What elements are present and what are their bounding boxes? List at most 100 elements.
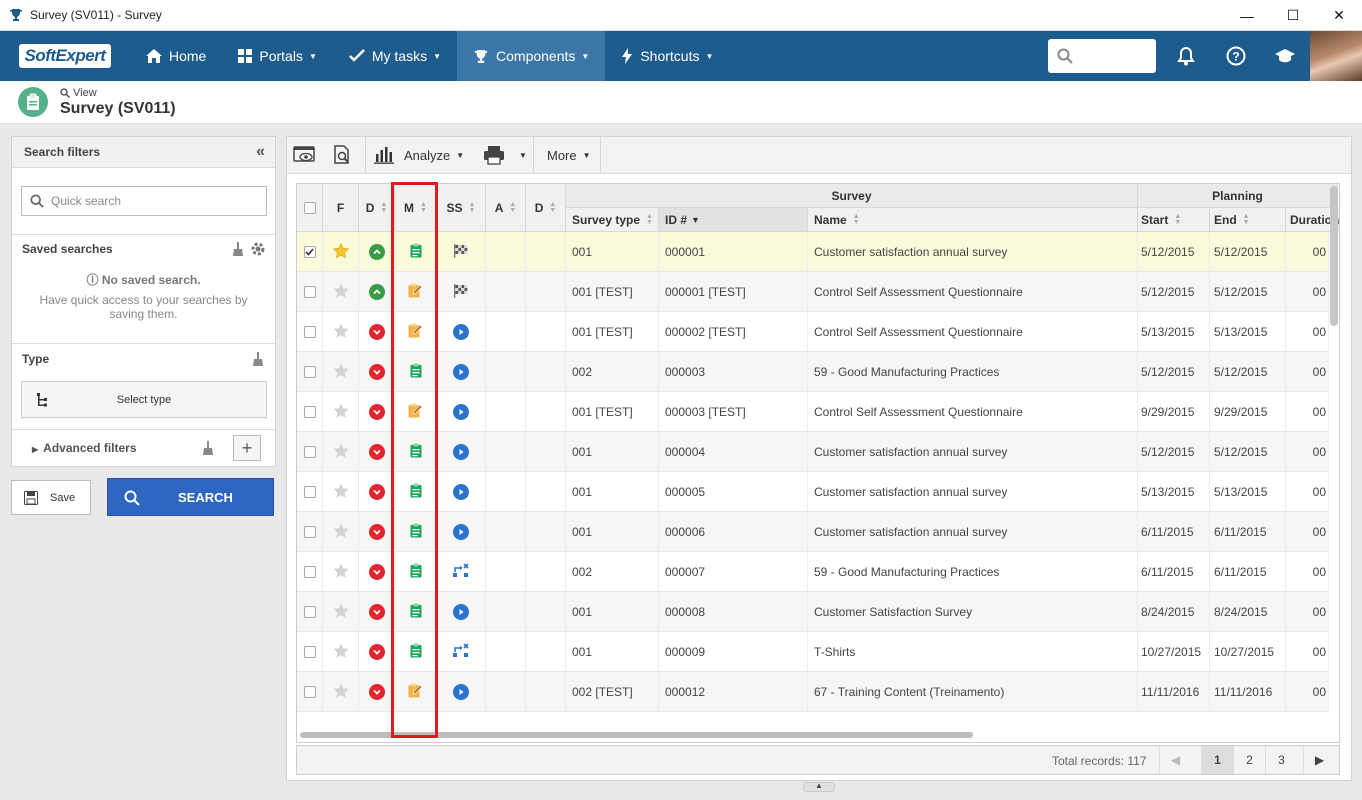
table-row[interactable]: 001 [TEST] 000002 [TEST] Control Self Asse… <box>297 312 1329 352</box>
analyze-button[interactable]: Analyze ▼ <box>374 137 464 173</box>
table-row[interactable]: 001 [TEST] 000003 [TEST] Control Self Asse… <box>297 392 1329 432</box>
row-checkbox[interactable] <box>303 326 316 338</box>
favorite-star-icon[interactable] <box>333 643 349 661</box>
table-row[interactable]: 002 [TEST] 000012 67 - Training Content (T… <box>297 672 1329 712</box>
help-icon[interactable]: ? <box>1221 41 1251 71</box>
favorite-star-icon[interactable] <box>332 242 349 261</box>
favorite-star-icon[interactable] <box>333 683 349 701</box>
row-checkbox[interactable] <box>303 646 316 658</box>
view-link[interactable]: View <box>60 87 97 99</box>
column-d2[interactable]: D ▲ ▼ <box>526 184 566 232</box>
end-cell: 6/11/2015 <box>1214 525 1267 539</box>
table-row[interactable]: 001 000008 Customer Satisfaction Survey 8/2… <box>297 592 1329 632</box>
column-end[interactable]: End ▲ ▼ <box>1210 208 1286 232</box>
gear-icon[interactable] <box>250 241 266 257</box>
favorite-star-icon[interactable] <box>333 563 349 581</box>
clipboard-icon <box>410 363 422 381</box>
table-row[interactable]: 001 000009 T-Shirts 10/27/2015 10/27/2015 00 <box>297 632 1329 672</box>
plus-icon: + <box>241 437 253 458</box>
nav-shortcuts[interactable]: Shortcuts ▼ <box>605 31 729 81</box>
row-checkbox[interactable] <box>303 526 316 538</box>
broom-icon[interactable] <box>202 441 214 455</box>
more-button[interactable]: More ▼ <box>547 137 591 173</box>
row-checkbox[interactable] <box>303 366 316 378</box>
page-1-button[interactable]: 1 <box>1201 746 1233 774</box>
row-checkbox[interactable] <box>303 246 316 258</box>
favorite-star-icon[interactable] <box>333 283 349 301</box>
add-filter-button[interactable]: + <box>233 435 261 461</box>
next-page-button[interactable]: ▶ <box>1303 746 1335 774</box>
view-record-icon[interactable] <box>293 137 319 173</box>
page-2-button[interactable]: 2 <box>1233 746 1265 774</box>
status-up-icon <box>368 284 385 300</box>
row-checkbox[interactable] <box>303 566 316 578</box>
favorite-star-icon[interactable] <box>333 403 349 421</box>
close-button[interactable]: ✕ <box>1316 0 1362 31</box>
collapse-panel-icon[interactable]: « <box>256 143 265 161</box>
favorite-star-icon[interactable] <box>333 363 349 381</box>
advanced-filters-toggle[interactable]: ▶ Advanced filters <box>32 441 137 455</box>
table-row[interactable]: 001 000005 Customer satisfaction annual su… <box>297 472 1329 512</box>
row-checkbox[interactable] <box>303 286 316 298</box>
table-row[interactable]: 001 000004 Customer satisfaction annual su… <box>297 432 1329 472</box>
print-button[interactable]: ▼ <box>483 137 527 173</box>
global-search-input[interactable] <box>1048 39 1156 73</box>
start-cell: 10/27/2015 <box>1141 645 1202 659</box>
column-ss[interactable]: SS ▲ ▼ <box>437 184 486 232</box>
table-row[interactable]: 002 000007 59 - Good Manufacturing Practic… <box>297 552 1329 592</box>
column-name[interactable]: Name ▲ ▼ <box>808 208 1138 232</box>
minimize-button[interactable]: — <box>1224 0 1270 31</box>
duration-cell: 00 <box>1312 365 1326 379</box>
broom-icon[interactable] <box>232 242 244 256</box>
table-row[interactable]: 001 000001 Customer satisfaction annual su… <box>297 232 1329 272</box>
row-checkbox[interactable] <box>303 686 316 698</box>
table-row[interactable]: 002 000003 59 - Good Manufacturing Practic… <box>297 352 1329 392</box>
table-row[interactable]: 001 [TEST] 000001 [TEST] Control Self Asse… <box>297 272 1329 312</box>
nav-my-tasks[interactable]: My tasks ▼ <box>333 31 457 81</box>
favorite-star-icon[interactable] <box>333 603 349 621</box>
select-all-checkbox[interactable] <box>297 184 323 232</box>
row-checkbox[interactable] <box>303 406 316 418</box>
row-checkbox[interactable] <box>303 446 316 458</box>
column-start[interactable]: Start ▲ ▼ <box>1138 208 1210 232</box>
page-header: View Survey (SV011) <box>0 81 1362 124</box>
favorite-star-icon[interactable] <box>333 483 349 501</box>
row-checkbox[interactable] <box>303 606 316 618</box>
column-m[interactable]: M ▲ ▼ <box>395 184 437 232</box>
resize-handle[interactable]: ▲ <box>803 782 835 792</box>
end-cell: 5/13/2015 <box>1214 485 1268 499</box>
save-button[interactable]: Save <box>11 480 91 515</box>
broom-icon[interactable] <box>252 352 264 366</box>
select-type-button[interactable]: Select type <box>21 381 267 418</box>
column-survey-type[interactable]: Survey type ▲ ▼ <box>566 208 659 232</box>
horizontal-scrollbar[interactable] <box>300 732 973 738</box>
brand-logo[interactable]: SoftExpert <box>0 31 130 81</box>
name-cell: Customer satisfaction annual survey <box>814 245 1008 259</box>
vertical-scrollbar[interactable] <box>1330 186 1338 326</box>
maximize-button[interactable]: ☐ <box>1270 0 1316 31</box>
duration-cell: 00 <box>1312 485 1326 499</box>
survey-type-cell: 001 [TEST] <box>572 325 633 339</box>
search-record-icon[interactable] <box>333 137 357 173</box>
quick-search-input[interactable]: Quick search <box>21 186 267 216</box>
nav-components[interactable]: Components ▼ <box>457 31 606 81</box>
search-button[interactable]: SEARCH <box>107 478 274 516</box>
page-3-button[interactable]: 3 <box>1265 746 1297 774</box>
column-f[interactable]: F <box>323 184 359 232</box>
favorite-star-icon[interactable] <box>333 443 349 461</box>
table-row[interactable]: 001 000006 Customer satisfaction annual su… <box>297 512 1329 552</box>
column-d[interactable]: D ▲ ▼ <box>359 184 395 232</box>
bell-icon[interactable] <box>1171 41 1201 71</box>
nav-portals[interactable]: Portals ▼ <box>222 31 333 81</box>
nav-home[interactable]: Home <box>130 31 222 81</box>
graduation-cap-icon[interactable] <box>1270 41 1300 71</box>
favorite-star-icon[interactable] <box>333 323 349 341</box>
row-checkbox[interactable] <box>303 486 316 498</box>
favorite-star-icon[interactable] <box>333 523 349 541</box>
clipboard-icon <box>410 443 422 461</box>
column-id[interactable]: ID # ▼ <box>659 208 808 232</box>
avatar[interactable] <box>1310 31 1362 81</box>
column-a[interactable]: A ▲ ▼ <box>486 184 526 232</box>
start-cell: 5/13/2015 <box>1141 325 1195 339</box>
prev-page-button[interactable]: ◀ <box>1159 746 1191 774</box>
